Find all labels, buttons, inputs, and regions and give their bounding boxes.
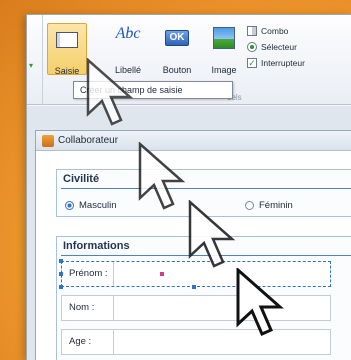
masculin-radio[interactable]: Masculin [65,200,117,211]
ribbon-side-list: Combo Sélecteur ✓ Interrupteur [247,23,351,71]
resize-handle[interactable] [59,259,63,263]
resize-handle[interactable] [192,285,196,289]
masculin-label: Masculin [79,200,117,211]
tooltip: Créer un champ de saisie [73,81,233,99]
bouton-button[interactable]: OK Bouton [155,23,199,75]
bouton-label: Bouton [162,65,192,75]
resize-handle[interactable] [59,285,63,289]
informations-section: Informations Prénom : Nom : Age : [56,236,351,360]
selecteur-item[interactable]: Sélecteur [247,39,351,55]
combo-icon [247,26,257,36]
radio-icon [247,42,257,52]
form-title: Collaborateur [58,135,119,146]
informations-title: Informations [63,240,130,252]
editor-window: ▾ Saisie Abc Libellé OK Bouton Image Com… [26,14,351,360]
image-button[interactable]: Image [205,23,243,75]
radio-empty-icon [245,201,254,210]
label-abc-icon: Abc [115,25,141,42]
form-icon [42,135,54,147]
checkbox-icon: ✓ [247,58,257,68]
section-divider [61,188,351,189]
age-field[interactable]: Age : [61,329,331,355]
nom-label: Nom : [66,296,114,320]
libelle-label: Libellé [114,65,142,75]
civilite-section: Civilité Masculin Féminin [56,169,351,217]
feminin-radio[interactable]: Féminin [245,200,293,211]
prenom-label: Prénom : [66,262,114,286]
selecteur-label: Sélecteur [261,42,297,52]
combo-item[interactable]: Combo [247,23,351,39]
prenom-field[interactable]: Prénom : [59,259,331,289]
form-window[interactable]: Collaborateur Civilité Masculin Féminin … [35,130,351,360]
libelle-button[interactable]: Abc Libellé [107,23,149,75]
input-field-icon [56,32,78,48]
ok-button-icon: OK [165,30,189,46]
saisie-label: Saisie [54,66,80,76]
workspace: Collaborateur Civilité Masculin Féminin … [27,106,351,360]
radio-selected-icon [65,201,74,210]
saisie-button[interactable]: Saisie [47,23,87,76]
combo-label: Combo [261,26,289,36]
interrupteur-item[interactable]: ✓ Interrupteur [247,55,351,71]
section-divider [61,255,351,256]
resize-handle[interactable] [59,272,63,276]
age-label: Age : [66,330,114,354]
ribbon-left-edge: ▾ [27,15,43,105]
anchor-marker [160,272,164,276]
nom-field[interactable]: Nom : [61,295,331,321]
feminin-label: Féminin [259,200,293,211]
civilite-title: Civilité [63,173,100,185]
image-label: Image [211,65,237,75]
green-marker-icon: ▾ [29,61,34,70]
form-title-bar: Collaborateur [36,131,351,151]
interrupteur-label: Interrupteur [261,58,305,68]
image-icon [213,27,235,49]
